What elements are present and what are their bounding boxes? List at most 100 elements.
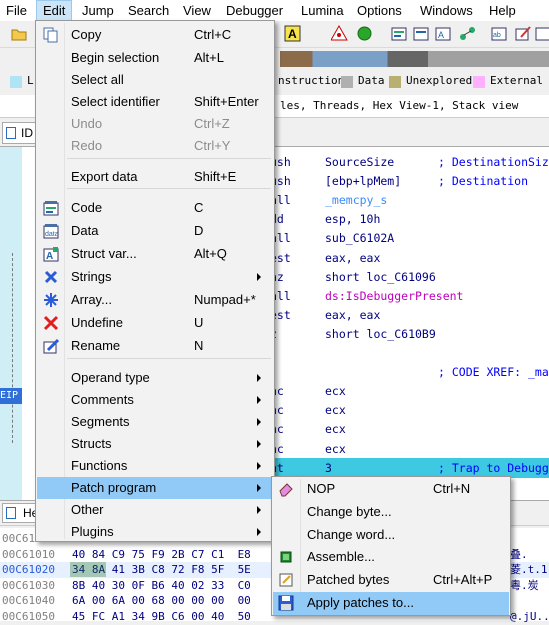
rename-icon[interactable] xyxy=(514,24,533,43)
menu-options[interactable]: Options xyxy=(351,0,408,21)
submenu-item-change-byte[interactable]: Change byte... xyxy=(273,501,509,524)
menu-item-plugins[interactable]: Plugins xyxy=(37,521,273,543)
menu-item-redo[interactable]: Redo Ctrl+Y xyxy=(37,135,273,157)
disasm-line[interactable]: all ds:IsDebuggerPresent xyxy=(270,286,549,306)
instruction-operands[interactable]: ecx xyxy=(325,400,346,420)
instruction-operands[interactable]: [ebp+lpMem] xyxy=(325,171,401,191)
disasm-line[interactable]: ; CODE XREF: _ma xyxy=(270,362,549,382)
disasm-line[interactable]: ush [ebp+lpMem]; Destination xyxy=(270,171,549,191)
hex-bytes[interactable]: 6A 00 6A 00 68 00 00 00 00 xyxy=(72,593,251,609)
menu-item-undo[interactable]: Undo Ctrl+Z xyxy=(37,113,273,135)
submenu-item-apply-patches-to[interactable]: Apply patches to... xyxy=(273,592,509,615)
menu-item-patch-program[interactable]: Patch program xyxy=(37,477,273,499)
disasm-line[interactable]: nc ecx xyxy=(270,439,549,459)
instruction-operands[interactable]: SourceSize xyxy=(325,152,394,172)
instruction-operands[interactable]: ecx xyxy=(325,381,346,401)
menu-debugger[interactable]: Debugger xyxy=(220,0,289,21)
instruction-operands[interactable]: 3 xyxy=(325,458,332,478)
menu-item-select-identifier[interactable]: Select identifier Shift+Enter xyxy=(37,91,273,113)
submenu-arrow-icon xyxy=(257,484,261,492)
menu-item-rename[interactable]: Rename N xyxy=(37,335,273,357)
disasm-line[interactable]: est eax, eax xyxy=(270,305,549,325)
menu-item-label: Begin selection xyxy=(71,50,160,65)
menu-item-structs[interactable]: Structs xyxy=(37,433,273,455)
instruction-operands[interactable]: ecx xyxy=(325,419,346,439)
tab-label: ID xyxy=(21,126,33,140)
struct-icon[interactable] xyxy=(534,24,549,43)
disasm-line[interactable]: ush SourceSize; DestinationSiz xyxy=(270,152,549,172)
hex-bytes[interactable]: 45 FC A1 34 9B C6 00 40 50 xyxy=(72,609,251,625)
disasm-line[interactable]: zshort loc_C610B9 xyxy=(270,324,549,344)
submenu-item-nop[interactable]: NOP Ctrl+N xyxy=(273,478,509,501)
menu-item-strings[interactable]: Strings xyxy=(37,266,273,288)
instruction-operands[interactable]: ecx xyxy=(325,439,346,459)
disasm-line[interactable]: dd esp, 10h xyxy=(270,209,549,229)
menu-edit[interactable]: Edit xyxy=(36,0,73,21)
menu-item-select-all[interactable]: Select all xyxy=(37,69,273,91)
menu-item-data[interactable]: data Data D xyxy=(37,220,273,242)
disasm-line[interactable]: nt 3; Trap to Debugg xyxy=(270,457,549,478)
menu-windows[interactable]: Windows xyxy=(414,0,479,21)
menu-item-begin-selection[interactable]: Begin selection Alt+L xyxy=(37,47,273,69)
disasm-line[interactable]: nz short loc_C61096 xyxy=(270,267,549,287)
menu-item-label: Segments xyxy=(71,414,130,429)
submenu-item-patched-bytes[interactable]: Patched bytes Ctrl+Alt+P xyxy=(273,569,509,592)
struct-icon[interactable]: A xyxy=(434,24,453,43)
navigation-band[interactable] xyxy=(280,51,549,67)
menu-jump[interactable]: Jump xyxy=(76,0,120,21)
menu-item-label: Undefine xyxy=(71,315,124,330)
hex-bytes[interactable]: 40 84 C9 75 F9 2B C7 C1 E8 xyxy=(72,547,251,563)
svg-text:data: data xyxy=(45,231,59,238)
menu-item-copy[interactable]: Copy Ctrl+C xyxy=(37,24,273,46)
code-icon[interactable] xyxy=(390,24,409,43)
menu-file[interactable]: File xyxy=(0,0,33,21)
instruction-operands[interactable]: esp, 10h xyxy=(325,209,380,229)
disasm-line[interactable] xyxy=(270,343,549,363)
menu-item-comments[interactable]: Comments xyxy=(37,389,273,411)
menu-view[interactable]: View xyxy=(177,0,217,21)
instruction-operands[interactable]: eax, eax xyxy=(325,305,380,325)
tab-ida-view[interactable]: ID xyxy=(2,122,36,144)
menu-help[interactable]: Help xyxy=(483,0,522,21)
graph-icon[interactable] xyxy=(458,24,477,43)
menu-item-shortcut: Alt+Q xyxy=(194,246,227,261)
disasm-line[interactable]: nc ecx xyxy=(270,381,549,401)
instruction-operands[interactable]: sub_C6102A xyxy=(325,228,394,248)
menu-item-export-data[interactable]: Export data Shift+E xyxy=(37,166,273,188)
disasm-line[interactable]: all _memcpy_s xyxy=(270,190,549,210)
disasm-line[interactable]: nc ecx xyxy=(270,419,549,439)
instruction-operands[interactable]: short loc_C610B9 xyxy=(325,324,436,344)
run-icon[interactable] xyxy=(355,24,374,43)
menu-item-struct-var[interactable]: A Struct var... Alt+Q xyxy=(37,243,273,265)
menu-item-label: Struct var... xyxy=(71,246,137,261)
menu-item-segments[interactable]: Segments xyxy=(37,411,273,433)
instruction-operands[interactable]: eax, eax xyxy=(325,248,380,268)
menu-item-other[interactable]: Other xyxy=(37,499,273,521)
menu-item-label: Rename xyxy=(71,338,121,353)
menu-item-operand-type[interactable]: Operand type xyxy=(37,367,273,389)
open-folder-icon[interactable] xyxy=(10,24,29,43)
instruction-operands[interactable]: _memcpy_s xyxy=(325,190,387,210)
menu-item-shortcut: Ctrl+Y xyxy=(194,138,231,153)
hex-bytes[interactable]: 8B 40 30 0F B6 40 02 33 C0 xyxy=(72,578,251,594)
text-a-icon[interactable]: A xyxy=(283,24,302,43)
menu-item-functions[interactable]: Functions xyxy=(37,455,273,477)
instruction-operands[interactable]: ds:IsDebuggerPresent xyxy=(325,286,463,306)
menu-item-undefine[interactable]: Undefine U xyxy=(37,312,273,334)
disasm-line[interactable]: nc ecx xyxy=(270,400,549,420)
submenu-item-assemble[interactable]: Assemble... xyxy=(273,546,509,569)
menu-search[interactable]: Search xyxy=(122,0,175,21)
data-icon[interactable] xyxy=(412,24,431,43)
menu-item-array[interactable]: Array... Numpad+* xyxy=(37,289,273,311)
menu-item-code[interactable]: Code C xyxy=(37,197,273,219)
data-icon[interactable]: ab xyxy=(490,24,509,43)
instruction-operands[interactable]: short loc_C61096 xyxy=(325,267,436,287)
menu-lumina[interactable]: Lumina xyxy=(295,0,350,21)
legend-swatch xyxy=(389,76,401,88)
hex-address: 00C61030 xyxy=(2,578,55,592)
disasm-line[interactable]: est eax, eax xyxy=(270,248,549,268)
stop-icon[interactable] xyxy=(330,24,349,43)
disasm-line[interactable]: all sub_C6102A xyxy=(270,228,549,248)
submenu-item-change-word[interactable]: Change word... xyxy=(273,524,509,547)
submenu-arrow-icon xyxy=(257,506,261,514)
